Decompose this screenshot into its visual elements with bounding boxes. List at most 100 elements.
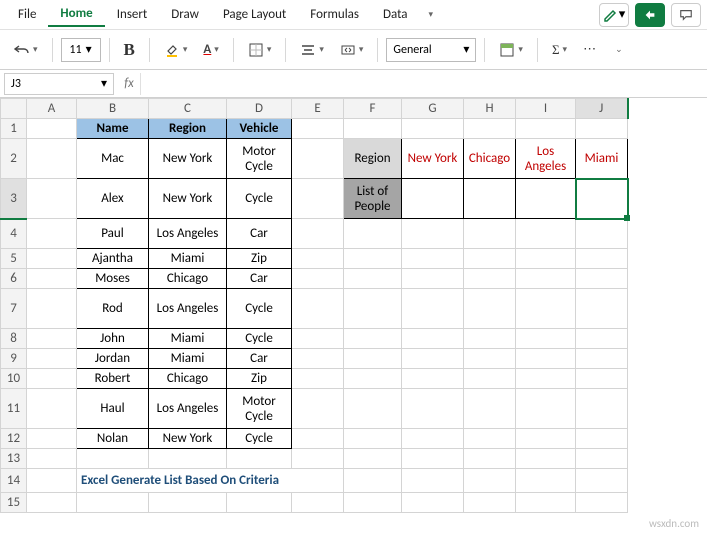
cell-G4[interactable] <box>402 219 464 249</box>
cell-B4[interactable]: Paul <box>77 219 149 249</box>
col-header-E[interactable]: E <box>292 99 344 119</box>
tab-insert[interactable]: Insert <box>105 3 160 26</box>
cell-A6[interactable] <box>27 269 77 289</box>
tab-file[interactable]: File <box>6 3 48 26</box>
cell-G11[interactable] <box>402 389 464 429</box>
cell-G1[interactable] <box>402 119 464 139</box>
cell-C9[interactable]: Miami <box>149 349 227 369</box>
cell-E10[interactable] <box>292 369 344 389</box>
cell-J1[interactable] <box>576 119 628 139</box>
col-header-H[interactable]: H <box>464 99 516 119</box>
cell-A15[interactable] <box>27 493 77 513</box>
cell-I8[interactable] <box>516 329 576 349</box>
cell-F14[interactable] <box>344 469 402 493</box>
autosum-button[interactable]: Σ▾ <box>546 36 573 64</box>
cell-G7[interactable] <box>402 289 464 329</box>
cell-B6[interactable]: Moses <box>77 269 149 289</box>
cell-H8[interactable] <box>464 329 516 349</box>
cell-G12[interactable] <box>402 429 464 449</box>
cell-D12[interactable]: Cycle <box>227 429 292 449</box>
cell-E2[interactable] <box>292 139 344 179</box>
cell-G15[interactable] <box>402 493 464 513</box>
cell-H7[interactable] <box>464 289 516 329</box>
cell-I2[interactable]: Los Angeles <box>516 139 576 179</box>
col-header-A[interactable]: A <box>27 99 77 119</box>
row-header-8[interactable]: 8 <box>1 329 27 349</box>
cell-I9[interactable] <box>516 349 576 369</box>
cell-B3[interactable]: Alex <box>77 179 149 219</box>
formula-input[interactable] <box>140 73 707 95</box>
cell-G9[interactable] <box>402 349 464 369</box>
cell-G10[interactable] <box>402 369 464 389</box>
cell-F9[interactable] <box>344 349 402 369</box>
cell-H9[interactable] <box>464 349 516 369</box>
row-header-1[interactable]: 1 <box>1 119 27 139</box>
cell-F11[interactable] <box>344 389 402 429</box>
toolbar-overflow[interactable]: ⌄ <box>606 36 629 64</box>
cell-H11[interactable] <box>464 389 516 429</box>
cell-C4[interactable]: Los Angeles <box>149 219 227 249</box>
col-header-C[interactable]: C <box>149 99 227 119</box>
cell-J12[interactable] <box>576 429 628 449</box>
cell-I4[interactable] <box>516 219 576 249</box>
cell-C5[interactable]: Miami <box>149 249 227 269</box>
cell-D4[interactable]: Car <box>227 219 292 249</box>
tab-data[interactable]: Data <box>371 3 420 26</box>
cell-F8[interactable] <box>344 329 402 349</box>
cell-F5[interactable] <box>344 249 402 269</box>
cell-E1[interactable] <box>292 119 344 139</box>
cell-D11[interactable]: Motor Cycle <box>227 389 292 429</box>
cell-E3[interactable] <box>292 179 344 219</box>
cell-G3[interactable] <box>402 179 464 219</box>
font-color-button[interactable]: A ▾ <box>197 36 224 64</box>
cell-J5[interactable] <box>576 249 628 269</box>
cell-D13[interactable] <box>227 449 292 469</box>
cell-B11[interactable]: Haul <box>77 389 149 429</box>
cell-F6[interactable] <box>344 269 402 289</box>
row-header-4[interactable]: 4 <box>1 219 27 249</box>
tab-home[interactable]: Home <box>48 2 104 27</box>
cell-F7[interactable] <box>344 289 402 329</box>
merge-button[interactable]: ▾ <box>334 36 370 64</box>
row-header-6[interactable]: 6 <box>1 269 27 289</box>
cell-A10[interactable] <box>27 369 77 389</box>
cell-E12[interactable] <box>292 429 344 449</box>
tab-formulas[interactable]: Formulas <box>298 3 371 26</box>
cell-D15[interactable] <box>227 493 292 513</box>
cell-G6[interactable] <box>402 269 464 289</box>
cell-E5[interactable] <box>292 249 344 269</box>
cell-C1[interactable]: Region <box>149 119 227 139</box>
cell-J2[interactable]: Miami <box>576 139 628 179</box>
cell-F13[interactable] <box>344 449 402 469</box>
cell-B5[interactable]: Ajantha <box>77 249 149 269</box>
align-center-button[interactable]: ▾ <box>294 36 330 64</box>
row-header-12[interactable]: 12 <box>1 429 27 449</box>
pen-button[interactable]: ▾ <box>599 3 629 27</box>
cell-I7[interactable] <box>516 289 576 329</box>
cell-I13[interactable] <box>516 449 576 469</box>
undo-button[interactable]: ▾ <box>8 36 44 64</box>
cell-B1[interactable]: Name <box>77 119 149 139</box>
cell-I3[interactable] <box>516 179 576 219</box>
cell-I1[interactable] <box>516 119 576 139</box>
cell-C15[interactable] <box>149 493 227 513</box>
cell-B15[interactable] <box>77 493 149 513</box>
cell-A1[interactable] <box>27 119 77 139</box>
cell-D1[interactable]: Vehicle <box>227 119 292 139</box>
cell-C3[interactable]: New York <box>149 179 227 219</box>
grid[interactable]: ABCDEFGHIJ1NameRegionVehicle2MacNew York… <box>0 98 707 534</box>
cell-I12[interactable] <box>516 429 576 449</box>
cell-D2[interactable]: Motor Cycle <box>227 139 292 179</box>
tab-overflow[interactable]: ▾ <box>420 1 440 29</box>
cell-D3[interactable]: Cycle <box>227 179 292 219</box>
col-header-D[interactable]: D <box>227 99 292 119</box>
row-header-7[interactable]: 7 <box>1 289 27 329</box>
row-header-10[interactable]: 10 <box>1 369 27 389</box>
tab-page-layout[interactable]: Page Layout <box>211 3 298 26</box>
cell-H4[interactable] <box>464 219 516 249</box>
cell-A13[interactable] <box>27 449 77 469</box>
cell-G2[interactable]: New York <box>402 139 464 179</box>
cell-H13[interactable] <box>464 449 516 469</box>
cell-H3[interactable] <box>464 179 516 219</box>
cell-H6[interactable] <box>464 269 516 289</box>
